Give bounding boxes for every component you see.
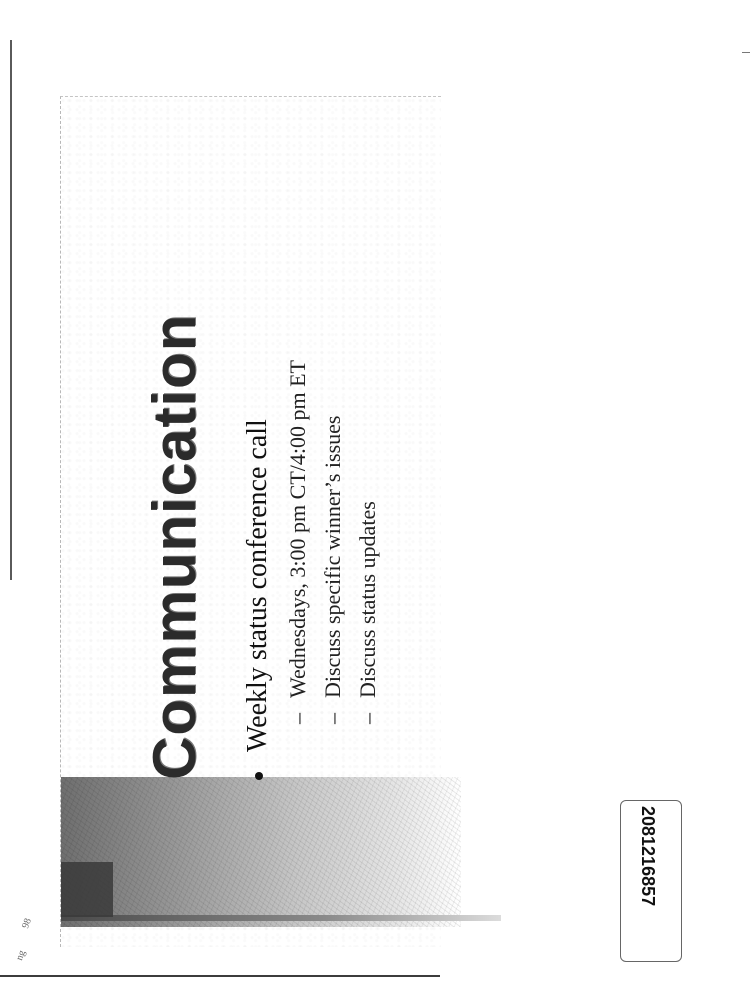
slide-decorative-bar xyxy=(61,777,461,927)
subitem-list: – Wednesdays, 3:00 pm CT/4:00 pm ET – Di… xyxy=(280,80,386,752)
dash-icon: – xyxy=(319,713,345,724)
subitem: – Discuss status updates xyxy=(350,80,385,752)
bullet-list: Weekly status conference call – Wednesda… xyxy=(242,80,386,780)
bullet-dot-icon xyxy=(255,772,263,780)
slide-bar-dark-block xyxy=(61,862,113,917)
document-number: 2081216857 xyxy=(638,806,658,907)
slide-bar-stripe xyxy=(61,915,501,921)
page-bottom-rule xyxy=(0,975,440,977)
subitem-text: Discuss specific winner’s issues xyxy=(319,415,345,699)
subitem: – Discuss specific winner’s issues xyxy=(315,80,350,752)
subitem-text: Wednesdays, 3:00 pm CT/4:00 pm ET xyxy=(284,360,310,698)
dash-icon: – xyxy=(355,713,381,724)
bullet-item: Weekly status conference call – Wednesda… xyxy=(242,80,386,780)
slide-content: Communication Weekly status conference c… xyxy=(141,80,405,780)
subitem-text: Discuss status updates xyxy=(355,501,381,698)
corner-tick xyxy=(742,52,750,53)
subitem: – Wednesdays, 3:00 pm CT/4:00 pm ET xyxy=(280,80,315,752)
slide-title: Communication xyxy=(141,313,208,780)
margin-mark: 98 xyxy=(20,916,34,931)
bullet-text: Weekly status conference call xyxy=(242,419,273,752)
margin-mark: ng xyxy=(14,948,28,963)
page-frame-line xyxy=(10,40,12,580)
dash-icon: – xyxy=(284,713,310,724)
